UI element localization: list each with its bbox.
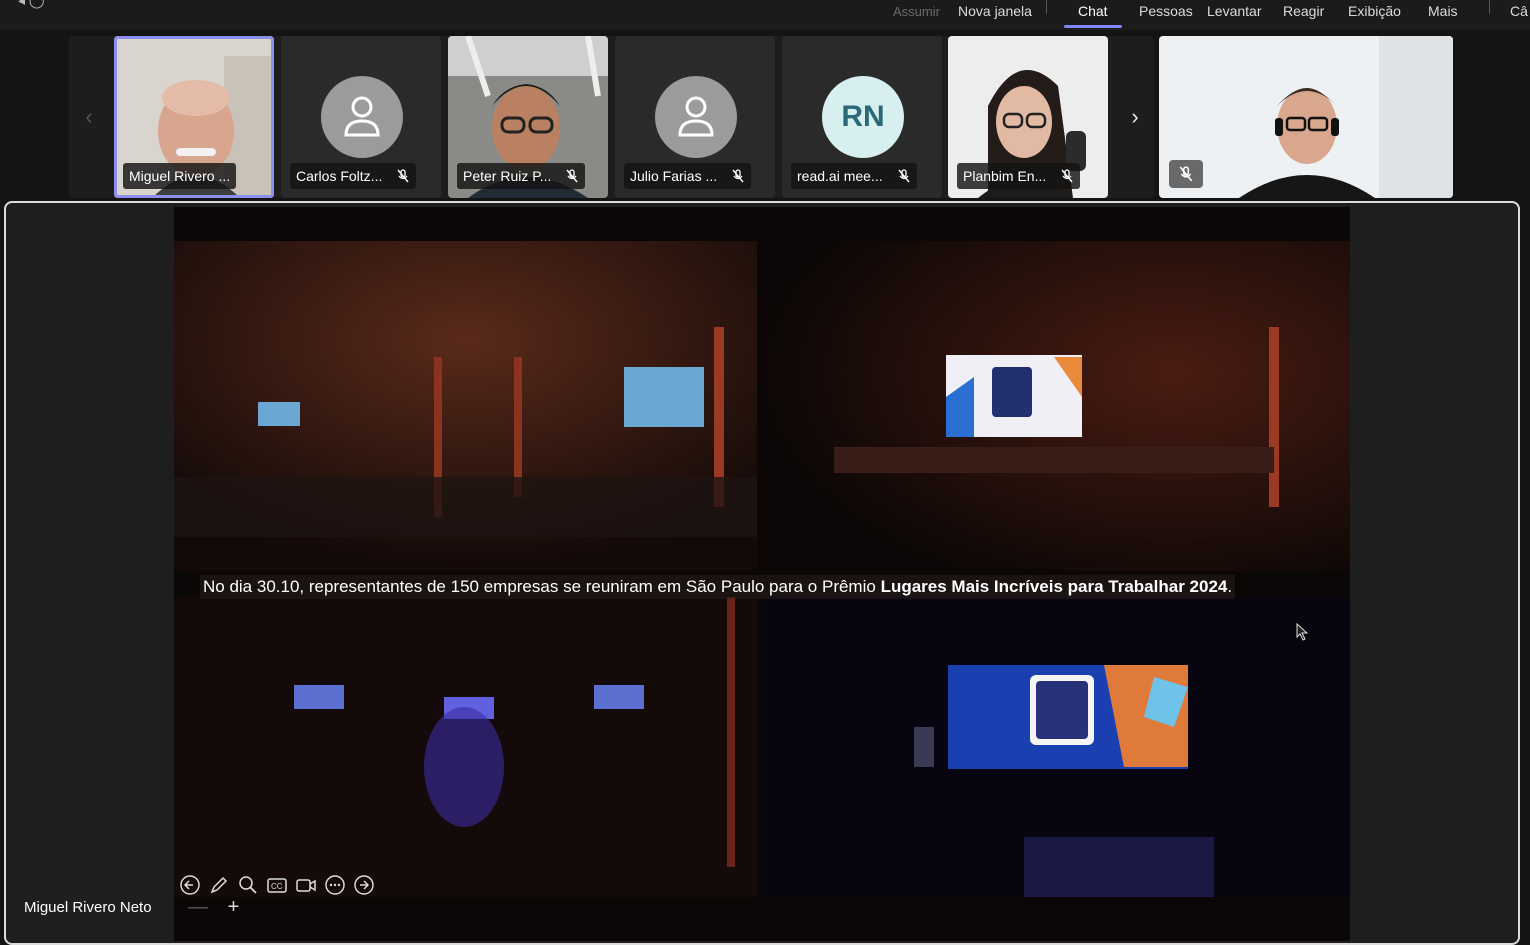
meeting-toolbar: ◂ ◯ Assumir Nova janela Chat Pessoas Lev…	[0, 0, 1530, 30]
avatar	[321, 76, 403, 158]
view-button[interactable]: Exibição	[1348, 3, 1401, 19]
raise-hand-button[interactable]: Levantar	[1207, 3, 1261, 19]
more-icon[interactable]	[323, 873, 346, 896]
new-window-button[interactable]: Nova janela	[958, 3, 1032, 19]
mic-off-icon	[397, 169, 409, 183]
shared-content-stage: No dia 30.10, representantes de 150 empr…	[4, 201, 1520, 945]
person-icon	[678, 96, 714, 137]
participant-tile-readai[interactable]: RN read.ai mee...	[782, 36, 942, 198]
slide-controls: CC	[178, 873, 375, 896]
participant-name-tag: Miguel Rivero ...	[123, 163, 237, 189]
participant-tile-julio[interactable]: Julio Farias ...	[615, 36, 775, 198]
toolbar-divider	[1046, 0, 1047, 14]
pen-icon[interactable]	[207, 873, 230, 896]
camera-button[interactable]: Câ	[1510, 3, 1528, 19]
camera-icon[interactable]	[294, 873, 317, 896]
presenter-name-tag: Miguel Rivero Neto	[16, 891, 160, 923]
mic-off-icon	[898, 169, 910, 183]
minus-icon[interactable]: —	[188, 896, 208, 918]
chat-active-indicator	[1064, 25, 1122, 28]
plus-icon[interactable]: +	[228, 896, 240, 918]
mic-off-icon	[1179, 166, 1193, 182]
participant-tile-carlos[interactable]: Carlos Foltz...	[281, 36, 441, 198]
participant-tile-peter[interactable]: Peter Ruiz P...	[448, 36, 608, 198]
self-video	[1159, 36, 1453, 198]
participant-tile-miguel[interactable]: Miguel Rivero ...	[114, 36, 274, 198]
participant-name: Peter Ruiz P...	[463, 168, 552, 184]
participant-name: Julio Farias ...	[630, 168, 718, 184]
participant-name-tag: read.ai mee...	[791, 163, 917, 189]
participant-name: Planbim En...	[963, 168, 1047, 184]
more-button[interactable]: Mais	[1428, 3, 1458, 19]
svg-text:CC: CC	[271, 882, 283, 891]
participant-name-tag: Peter Ruiz P...	[457, 163, 586, 189]
shared-slide: No dia 30.10, representantes de 150 empr…	[174, 207, 1350, 941]
self-view-tile[interactable]	[1159, 36, 1453, 198]
participant-name-tag: Julio Farias ...	[624, 163, 752, 189]
caption-text: No dia 30.10, representantes de 150 empr…	[203, 577, 881, 596]
mic-off-icon	[732, 169, 744, 183]
window-controls-icon[interactable]: ◂ ◯	[18, 0, 45, 9]
assume-button[interactable]: Assumir	[893, 4, 940, 19]
captions-icon[interactable]: CC	[265, 873, 288, 896]
zoom-icon[interactable]	[236, 873, 259, 896]
participant-name-tag: Planbim En...	[957, 163, 1081, 189]
forward-arrow-icon[interactable]	[352, 873, 375, 896]
toolbar-divider	[1489, 0, 1490, 14]
chat-button[interactable]: Chat	[1078, 3, 1108, 19]
cursor-icon	[1296, 623, 1309, 641]
caption-period: .	[1227, 577, 1233, 596]
participant-name: Miguel Rivero ...	[129, 168, 231, 184]
participant-tile-planbim[interactable]: Planbim En...	[948, 36, 1108, 198]
self-mic-off-button[interactable]	[1169, 160, 1203, 188]
person-icon	[344, 96, 380, 137]
participant-name-tag: Carlos Foltz...	[290, 163, 417, 189]
participant-name: read.ai mee...	[797, 168, 883, 184]
caption-award-name: Lugares Mais Incríveis para Trabalhar 20…	[880, 577, 1228, 596]
zoom-controls: — +	[188, 896, 239, 919]
slide-caption: No dia 30.10, representantes de 150 empr…	[200, 575, 1236, 599]
participant-name: Carlos Foltz...	[296, 168, 383, 184]
people-button[interactable]: Pessoas	[1139, 3, 1193, 19]
gallery-next-button[interactable]: ›	[1115, 36, 1155, 198]
avatar	[655, 76, 737, 158]
react-button[interactable]: Reagir	[1283, 3, 1324, 19]
avatar-initials: RN	[822, 76, 904, 158]
chevron-left-icon: ‹	[85, 104, 93, 129]
mic-off-icon	[566, 169, 578, 183]
back-arrow-icon[interactable]	[178, 873, 201, 896]
event-photo-collage	[174, 241, 1350, 897]
mic-off-icon	[1061, 169, 1073, 183]
presenter-name: Miguel Rivero Neto	[24, 898, 152, 916]
chevron-right-icon: ›	[1131, 104, 1139, 129]
gallery-prev-button[interactable]: ‹	[69, 36, 109, 198]
